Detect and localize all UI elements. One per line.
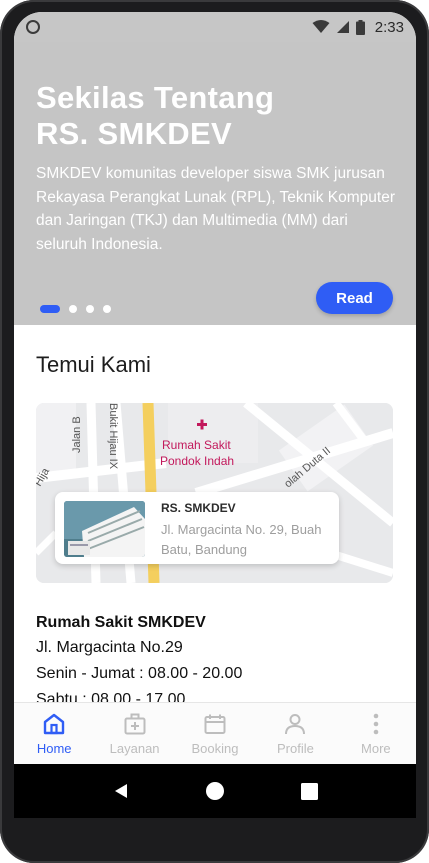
carousel-dot[interactable]	[103, 305, 111, 313]
read-button[interactable]: Read	[316, 282, 393, 314]
nav-label: Profile	[276, 741, 314, 756]
location-card[interactable]: RS. SMKDEV Jl. Margacinta No. 29, Buah B…	[55, 492, 339, 564]
hospital-address: Jl. Margacinta No.29	[36, 639, 183, 656]
app-screen: 2:33 Sekilas Tentang RS. SMKDEV SMKDEV k…	[14, 12, 416, 764]
recents-icon[interactable]	[301, 782, 319, 800]
nav-item-home[interactable]: Home	[14, 703, 94, 764]
phone-frame: 2:33 Sekilas Tentang RS. SMKDEV SMKDEV k…	[0, 0, 429, 863]
android-navigation-bar	[14, 764, 416, 818]
nav-label: Layanan	[109, 741, 160, 756]
bottom-navigation: Home Layanan Booking Profile More	[14, 702, 416, 764]
street-label: Bukit Hijau IX	[107, 403, 119, 470]
nav-item-more[interactable]: More	[336, 703, 416, 764]
signal-icon	[336, 21, 349, 33]
nav-item-profile[interactable]: Profile	[255, 703, 335, 764]
nav-label: Booking	[191, 741, 239, 756]
street-label: Jalan B	[71, 416, 83, 453]
hero-title-line2: RS. SMKDEV	[36, 116, 232, 151]
carousel-dot[interactable]	[69, 305, 77, 313]
nav-item-booking[interactable]: Booking	[175, 703, 255, 764]
back-icon[interactable]	[112, 782, 130, 800]
hero-description: SMKDEV komunitas developer siswa SMK jur…	[36, 165, 395, 253]
location-address: Jl. Margacinta No. 29, Buah Batu, Bandun…	[161, 522, 322, 557]
carousel-dot[interactable]	[86, 305, 94, 313]
hero-title-line1: Sekilas Tentang	[36, 80, 275, 115]
map-poi-label: Rumah Sakit	[162, 438, 231, 452]
location-name: RS. SMKDEV	[161, 501, 236, 515]
map-poi-label: Pondok Indah	[160, 454, 234, 468]
nav-item-layanan[interactable]: Layanan	[94, 703, 174, 764]
battery-icon	[355, 19, 365, 35]
hours-weekday: Senin - Jumat : 08.00 - 20.00	[36, 665, 243, 682]
carousel-dot[interactable]	[40, 305, 60, 313]
more-vertical-icon	[373, 713, 379, 735]
person-icon	[285, 714, 306, 735]
notification-dot-icon	[26, 20, 40, 34]
status-bar: 2:33	[14, 12, 416, 42]
nav-label: Home	[36, 741, 72, 756]
home-icon	[44, 713, 65, 735]
wifi-icon	[312, 20, 330, 33]
nav-label: More	[361, 741, 391, 756]
status-icons: 2:33	[312, 19, 404, 36]
home-button-icon[interactable]	[205, 781, 225, 801]
hospital-info: Rumah Sakit SMKDEV Jl. Margacinta No.29 …	[36, 611, 396, 713]
status-time: 2:33	[374, 18, 404, 36]
medical-bag-icon	[124, 713, 146, 735]
calendar-icon	[204, 714, 226, 734]
hospital-building-image	[64, 501, 145, 557]
carousel-indicator	[40, 305, 111, 313]
hero-title: Sekilas Tentang RS. SMKDEV	[36, 80, 376, 152]
hospital-name: Rumah Sakit SMKDEV	[36, 614, 206, 631]
hero-carousel[interactable]: Sekilas Tentang RS. SMKDEV SMKDEV komuni…	[14, 42, 416, 325]
map-card[interactable]: Jalan B Bukit Hijau IX Hija olah Duta II…	[36, 403, 393, 583]
section-title: Temui Kami	[36, 352, 151, 377]
